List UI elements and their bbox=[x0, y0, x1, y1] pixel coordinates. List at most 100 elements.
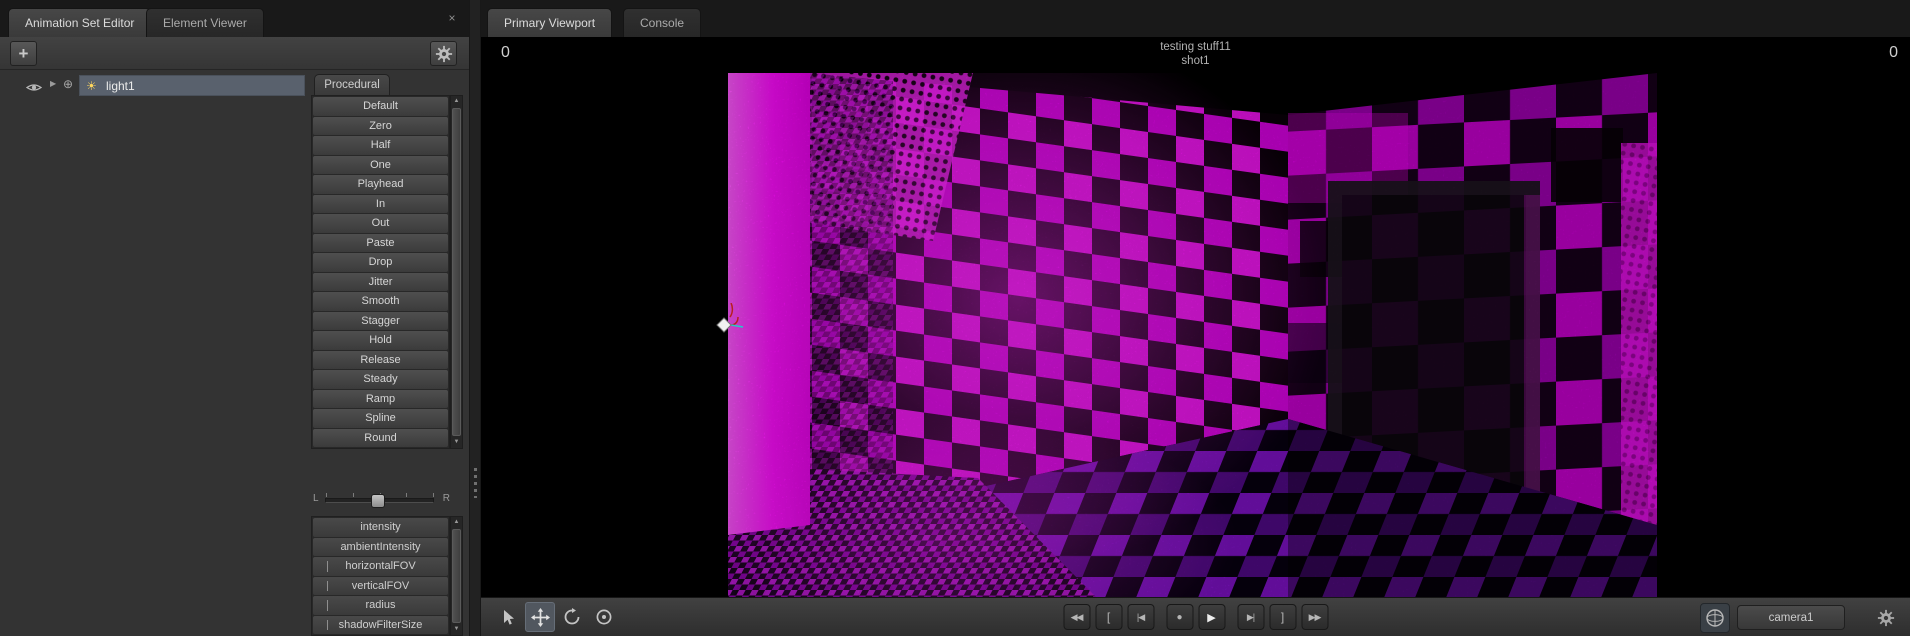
move-icon bbox=[530, 607, 550, 627]
tab-procedural[interactable]: Procedural bbox=[314, 74, 390, 95]
preset-button-ramp[interactable]: Ramp bbox=[313, 389, 448, 408]
crosshair-icon[interactable]: ⊕ bbox=[63, 77, 73, 91]
light-icon: ☀ bbox=[86, 79, 97, 93]
preset-button-paste[interactable]: Paste bbox=[313, 233, 448, 252]
attribute-scrollbar[interactable]: ▲ ▼ bbox=[450, 516, 463, 636]
preset-button-round[interactable]: Round bbox=[313, 428, 448, 447]
close-icon[interactable]: × bbox=[444, 10, 460, 26]
slider-tick bbox=[433, 493, 434, 497]
preset-button-one[interactable]: One bbox=[313, 155, 448, 174]
preset-button-drop[interactable]: Drop bbox=[313, 253, 448, 272]
scroll-down-icon[interactable]: ▼ bbox=[451, 624, 462, 635]
eye-icon bbox=[25, 84, 43, 91]
scrollbar-thumb[interactable] bbox=[452, 108, 461, 436]
preset-button-jitter[interactable]: Jitter bbox=[313, 272, 448, 291]
rewind-button[interactable]: ◀◀ bbox=[1063, 604, 1090, 630]
add-animation-set-button[interactable]: + bbox=[10, 41, 37, 66]
slider-tick bbox=[352, 493, 354, 497]
attribute-row-intensity[interactable]: intensity bbox=[313, 518, 448, 537]
move-tool-button[interactable] bbox=[525, 602, 555, 632]
attribute-row-ambient-intensity[interactable]: ambientIntensity bbox=[313, 537, 448, 556]
preset-button-out[interactable]: Out bbox=[313, 214, 448, 233]
prev-clip-button[interactable]: [ bbox=[1095, 604, 1122, 630]
tab-primary-viewport[interactable]: Primary Viewport bbox=[487, 8, 613, 37]
slider-tick bbox=[406, 493, 408, 497]
preset-button-release[interactable]: Release bbox=[313, 350, 448, 369]
preset-button-spline[interactable]: Spline bbox=[313, 409, 448, 428]
attribute-row-shadow-filter-size[interactable]: shadowFilterSize bbox=[313, 615, 448, 634]
sfm-window: Animation Set Editor Element Viewer × + … bbox=[0, 0, 1910, 636]
panel-splitter[interactable] bbox=[469, 0, 481, 636]
session-title: testing stuff11 bbox=[1160, 41, 1231, 53]
camera-orbit-button[interactable] bbox=[1700, 603, 1730, 633]
tree-row-light1[interactable]: ▶ ⊕ ☀ light1 bbox=[0, 75, 305, 97]
play-button[interactable]: ▶ bbox=[1198, 604, 1225, 630]
preset-button-zero[interactable]: Zero bbox=[313, 116, 448, 135]
scroll-up-icon[interactable]: ▲ bbox=[451, 517, 462, 528]
selection-highlight[interactable]: ☀ light1 bbox=[79, 75, 305, 96]
preset-button-playhead[interactable]: Playhead bbox=[313, 175, 448, 194]
select-tool-button[interactable] bbox=[493, 602, 523, 632]
playback-transport: ◀◀ [ |◀ ● ▶ ▶| ] ▶▶ bbox=[1063, 604, 1328, 630]
frame-counter-left: 0 bbox=[501, 44, 510, 61]
attribute-row-vertical-fov[interactable]: verticalFOV bbox=[313, 576, 448, 595]
rotate-icon bbox=[564, 608, 580, 625]
preset-button-half[interactable]: Half bbox=[313, 136, 448, 155]
scene-render bbox=[638, 37, 1657, 597]
tab-label: Element Viewer bbox=[163, 16, 247, 30]
procedural-preset-list: Default Zero Half One Playhead In Out Pa… bbox=[311, 95, 450, 449]
camera-selector[interactable]: camera1 bbox=[1737, 605, 1845, 630]
light-name-label: light1 bbox=[106, 79, 135, 93]
slider-right-label: R bbox=[442, 493, 450, 504]
viewport-bottom-toolbar: ◀◀ [ |◀ ● ▶ ▶| ] ▶▶ camera1 bbox=[481, 597, 1910, 636]
attribute-slider-list: intensity ambientIntensity horizontalFOV… bbox=[311, 516, 450, 636]
scroll-up-icon[interactable]: ▲ bbox=[451, 96, 462, 107]
preset-button-default[interactable]: Default bbox=[313, 97, 448, 116]
slider-handle[interactable] bbox=[370, 494, 385, 508]
left-tab-bar: Animation Set Editor Element Viewer × bbox=[0, 0, 469, 37]
slider-track[interactable] bbox=[325, 493, 434, 508]
tab-console[interactable]: Console bbox=[623, 8, 702, 37]
viewport-settings-button[interactable] bbox=[1872, 604, 1900, 632]
viewport-session-header: testing stuff11 shot1 bbox=[481, 40, 1910, 68]
tab-animation-set-editor[interactable]: Animation Set Editor bbox=[8, 8, 152, 37]
preset-scrollbar[interactable]: ▲ ▼ bbox=[450, 95, 463, 449]
screen-tool-button[interactable] bbox=[589, 602, 619, 632]
tab-label: Console bbox=[640, 16, 685, 30]
rotate-tool-button[interactable] bbox=[557, 602, 587, 632]
preset-button-smooth[interactable]: Smooth bbox=[313, 292, 448, 311]
rendered-3d-scene[interactable] bbox=[638, 37, 1657, 597]
record-button[interactable]: ● bbox=[1166, 604, 1193, 630]
manipulator-tools bbox=[493, 602, 619, 632]
scrollbar-thumb[interactable] bbox=[452, 529, 461, 623]
slider-left-label: L bbox=[313, 493, 319, 504]
next-clip-button[interactable]: ] bbox=[1269, 604, 1296, 630]
preset-button-in[interactable]: In bbox=[313, 194, 448, 213]
settings-gear-button[interactable] bbox=[430, 41, 457, 66]
trackball-icon bbox=[1706, 609, 1724, 627]
motion-trail-icon bbox=[716, 302, 744, 333]
next-frame-button[interactable]: ▶| bbox=[1237, 604, 1264, 630]
attribute-row-horizontal-fov[interactable]: horizontalFOV bbox=[313, 557, 448, 576]
preset-button-hold[interactable]: Hold bbox=[313, 331, 448, 350]
cursor-icon bbox=[503, 609, 514, 625]
falloff-slider: L R bbox=[311, 484, 450, 512]
scroll-down-icon[interactable]: ▼ bbox=[451, 437, 462, 448]
fast-forward-button[interactable]: ▶▶ bbox=[1301, 604, 1328, 630]
viewport-tab-bar: Primary Viewport Console bbox=[481, 0, 1910, 37]
splitter-grip[interactable] bbox=[474, 468, 477, 498]
primary-viewport[interactable]: testing stuff11 shot1 0 0 bbox=[481, 37, 1910, 597]
attribute-row-radius[interactable]: radius bbox=[313, 596, 448, 615]
tab-element-viewer[interactable]: Element Viewer bbox=[146, 8, 264, 37]
preset-button-stagger[interactable]: Stagger bbox=[313, 311, 448, 330]
gear-icon bbox=[435, 45, 452, 62]
motion-trail-marker[interactable] bbox=[703, 302, 747, 347]
expand-arrow-icon[interactable]: ▶ bbox=[50, 79, 56, 88]
tab-label: Primary Viewport bbox=[504, 16, 596, 30]
visibility-eye-icon[interactable] bbox=[25, 80, 43, 98]
animation-set-body: ▶ ⊕ ☀ light1 Procedural Default Zero Hal… bbox=[0, 70, 469, 636]
screen-space-icon bbox=[596, 609, 612, 625]
tab-label: Animation Set Editor bbox=[25, 16, 135, 30]
preset-button-steady[interactable]: Steady bbox=[313, 370, 448, 389]
prev-frame-button[interactable]: |◀ bbox=[1127, 604, 1154, 630]
